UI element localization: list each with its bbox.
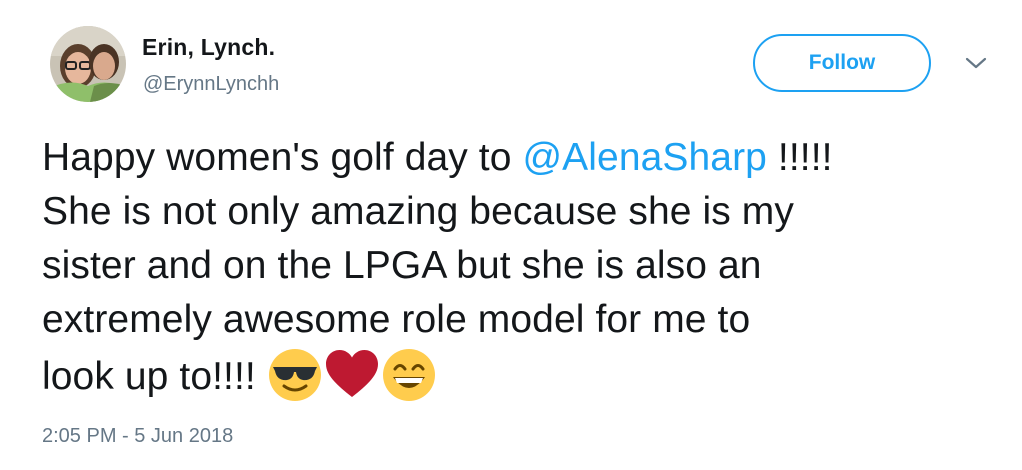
timestamp[interactable]: 2:05 PM - 5 Jun 2018	[42, 425, 233, 448]
chevron-down-icon[interactable]	[964, 55, 988, 71]
tweet-text-segment: !!!!!	[766, 136, 833, 179]
avatar[interactable]	[50, 26, 126, 102]
tweet-line: She is not only amazing because she is m…	[42, 190, 794, 233]
tweet-text-segment: Happy women's golf day to	[42, 136, 523, 179]
user-handle[interactable]: @ErynnLynchh	[143, 73, 279, 96]
tweet-text: Happy women's golf day to @AlenaSharp !!…	[42, 131, 1002, 401]
mention-link[interactable]: @AlenaSharp	[522, 136, 767, 179]
tweet-line: Happy women's golf day to @AlenaSharp !!…	[42, 131, 1002, 185]
tweet-card: Erin, Lynch. @ErynnLynchh Follow Happy w…	[0, 0, 1022, 470]
tweet-line: sister and on the LPGA but she is also a…	[42, 244, 762, 287]
tweet-line: extremely awesome role model for me to	[42, 298, 751, 341]
red-heart-icon	[324, 347, 380, 403]
profile-photo-icon	[50, 26, 126, 102]
smiling-face-with-sunglasses-icon	[267, 347, 323, 403]
display-name[interactable]: Erin, Lynch.	[142, 34, 275, 61]
tweet-text-segment: look up to!!!!	[42, 355, 267, 398]
tweet-line: look up to!!!!	[42, 347, 1002, 401]
grinning-face-with-smiling-eyes-icon	[381, 347, 437, 403]
follow-button[interactable]: Follow	[753, 34, 931, 92]
